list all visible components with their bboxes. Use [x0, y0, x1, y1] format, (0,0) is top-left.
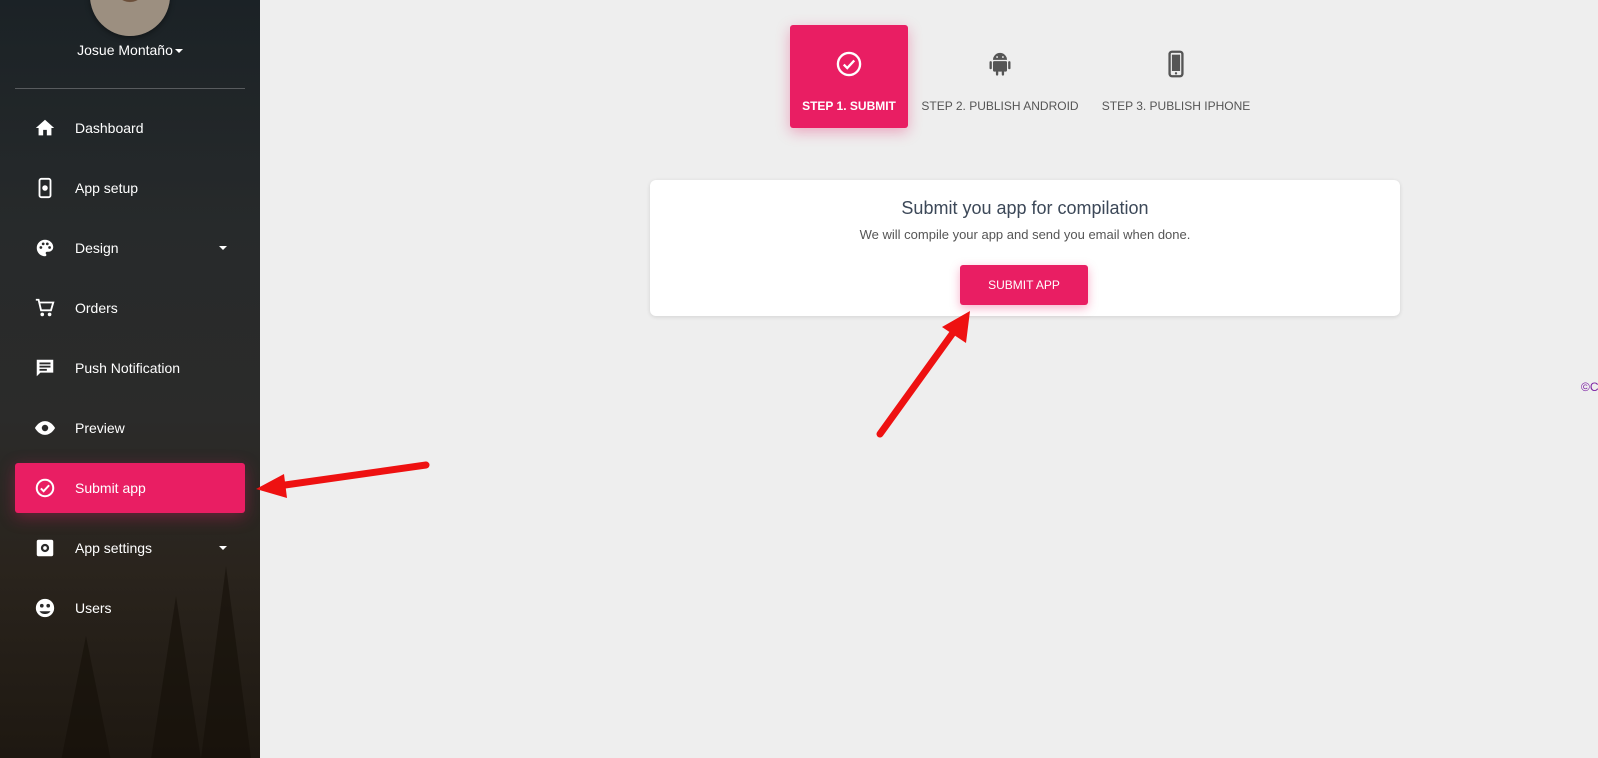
submit-card: Submit you app for compilation We will c…: [650, 180, 1400, 316]
sidebar-item-label: Users: [75, 600, 112, 616]
sidebar-item-label: Design: [75, 240, 119, 256]
sidebar-divider: [15, 88, 245, 89]
step-submit[interactable]: STEP 1. SUBMIT: [790, 25, 908, 128]
sidebar-item-push-notification[interactable]: Push Notification: [15, 343, 245, 393]
sidebar-item-label: Dashboard: [75, 120, 144, 136]
cart-icon: [33, 296, 57, 320]
user-name: Josue Montaño: [77, 42, 173, 58]
step-label: STEP 3. PUBLISH IPHONE: [1101, 99, 1251, 113]
sidebar-item-label: Push Notification: [75, 360, 181, 376]
sidebar-nav: Dashboard App setup Design Orders Push N…: [15, 103, 245, 643]
phone-settings-icon: [33, 176, 57, 200]
users-icon: [33, 596, 57, 620]
copyright: ©C: [1581, 380, 1598, 394]
step-label: STEP 1. SUBMIT: [802, 99, 896, 113]
android-icon: [986, 50, 1014, 78]
sidebar-item-preview[interactable]: Preview: [15, 403, 245, 453]
caret-down-icon: [219, 246, 227, 250]
sidebar-item-users[interactable]: Users: [15, 583, 245, 633]
sidebar-item-app-setup[interactable]: App setup: [15, 163, 245, 213]
sidebar-item-label: Orders: [75, 300, 118, 316]
sidebar-background-tree: [60, 636, 112, 758]
card-description: We will compile your app and send you em…: [859, 227, 1191, 242]
sidebar-item-submit-app[interactable]: Submit app: [15, 463, 245, 513]
sidebar: Josue Montaño Dashboard App setup Design: [0, 0, 260, 758]
sidebar-item-orders[interactable]: Orders: [15, 283, 245, 333]
sidebar-item-app-settings[interactable]: App settings: [15, 523, 245, 573]
sidebar-item-dashboard[interactable]: Dashboard: [15, 103, 245, 153]
smartphone-icon: [1162, 50, 1190, 78]
home-icon: [33, 116, 57, 140]
card-title: Submit you app for compilation: [901, 198, 1149, 218]
sidebar-item-label: Preview: [75, 420, 125, 436]
sidebar-item-design[interactable]: Design: [15, 223, 245, 273]
submit-app-button[interactable]: SUBMIT APP: [960, 265, 1088, 305]
sidebar-item-label: App settings: [75, 540, 153, 556]
notification-icon: [33, 356, 57, 380]
caret-down-icon: [219, 546, 227, 550]
caret-down-icon: [174, 49, 183, 54]
avatar[interactable]: [90, 0, 170, 36]
check-circle-icon: [33, 476, 57, 500]
eye-icon: [33, 416, 57, 440]
step-publish-iphone[interactable]: STEP 3. PUBLISH IPHONE: [1096, 25, 1256, 128]
step-publish-android[interactable]: STEP 2. PUBLISH ANDROID: [920, 25, 1080, 128]
palette-icon: [33, 236, 57, 260]
settings-icon: [33, 536, 57, 560]
check-circle-icon: [835, 50, 863, 78]
sidebar-item-label: Submit app: [75, 480, 146, 496]
step-label: STEP 2. PUBLISH ANDROID: [921, 99, 1079, 113]
annotation-arrow-sidebar: [256, 461, 430, 498]
user-menu-toggle[interactable]: Josue Montaño: [0, 42, 260, 58]
sidebar-item-label: App setup: [75, 180, 139, 196]
annotation-arrow-button: [876, 311, 970, 438]
